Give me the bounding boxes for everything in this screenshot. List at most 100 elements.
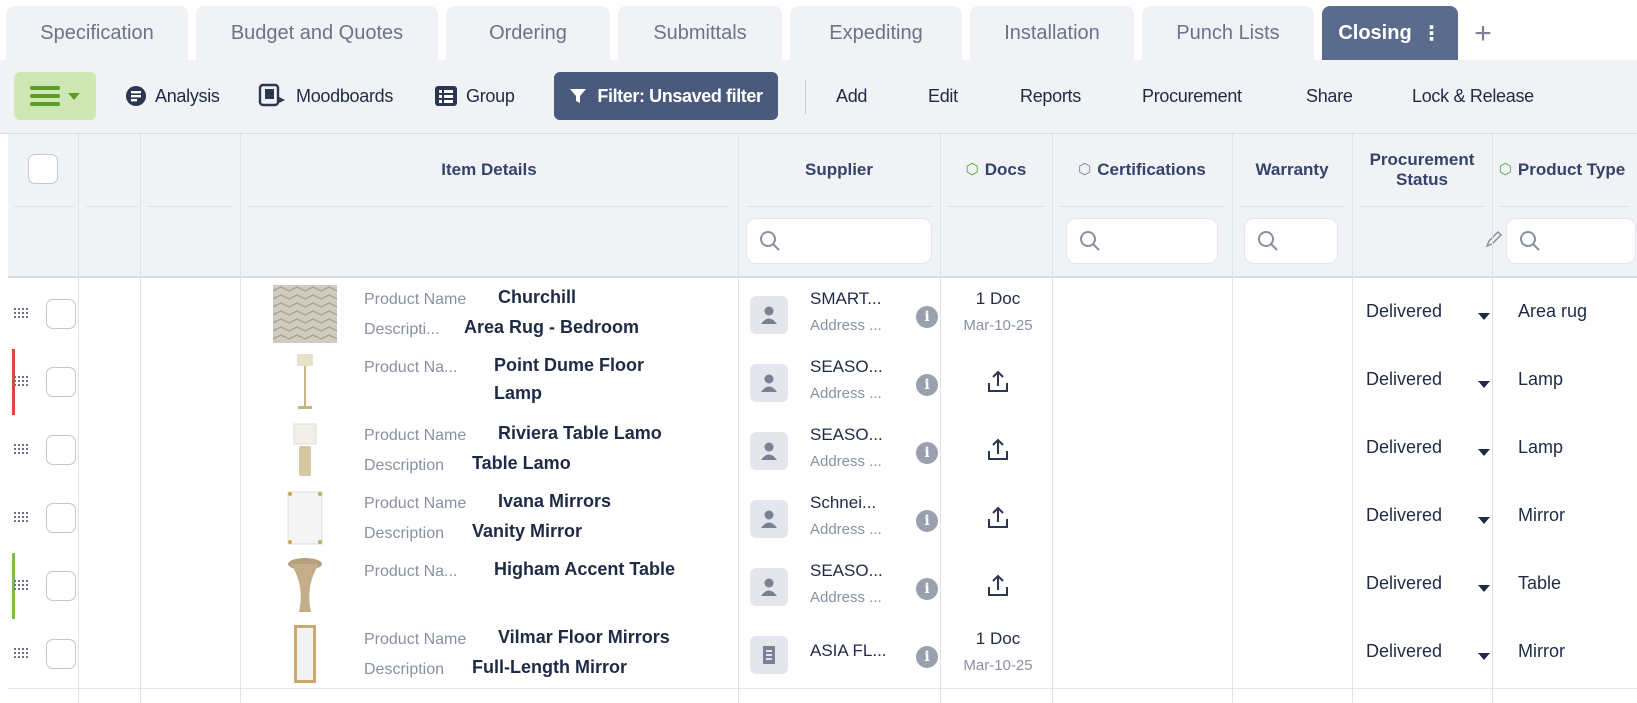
drag-handle-icon[interactable] (14, 444, 34, 456)
info-icon[interactable]: i (916, 646, 938, 668)
drag-handle-icon[interactable] (14, 308, 34, 320)
procurement-status-dropdown[interactable]: Delivered (1366, 505, 1442, 526)
table-row[interactable]: Product Name Riviera Table Lamo Descriptio… (8, 415, 1637, 485)
kebab-menu-icon[interactable]: ⋮ (1422, 21, 1442, 46)
tab-expediting[interactable]: Expediting (790, 6, 962, 60)
supplier-name[interactable]: SEASO... (810, 561, 883, 581)
tab-punch-lists[interactable]: Punch Lists (1142, 6, 1314, 60)
column-supplier[interactable]: Supplier (738, 134, 940, 206)
tab-budget-and-quotes[interactable]: Budget and Quotes (196, 6, 438, 60)
column-docs[interactable]: ⬡ Docs (940, 134, 1052, 206)
chevron-down-icon[interactable] (1478, 449, 1490, 456)
certifications-search-input[interactable] (1066, 218, 1218, 264)
drag-handle-icon[interactable] (14, 512, 34, 524)
procurement-status-dropdown[interactable]: Delivered (1366, 641, 1442, 662)
row-checkbox[interactable] (46, 435, 76, 465)
chevron-down-icon[interactable] (1478, 381, 1490, 388)
filter-label: Filter: Unsaved filter (597, 85, 763, 106)
procurement-status-dropdown[interactable]: Delivered (1366, 369, 1442, 390)
supplier-name[interactable]: SMART... (810, 289, 881, 309)
upload-icon[interactable] (985, 369, 1011, 395)
tab-specification[interactable]: Specification (6, 6, 188, 60)
tab-closing[interactable]: Closing ⋮ (1322, 6, 1458, 60)
search-icon (1080, 231, 1100, 251)
procurement-status-dropdown[interactable]: Delivered (1366, 437, 1442, 458)
supplier-name[interactable]: SEASO... (810, 357, 883, 377)
person-icon[interactable] (750, 364, 788, 402)
row-checkbox[interactable] (46, 503, 76, 533)
lock-release-button[interactable]: Lock & Release (1412, 74, 1534, 118)
chevron-down-icon[interactable] (1478, 585, 1490, 592)
supplier-name[interactable]: ASIA FL... (810, 641, 887, 661)
building-icon[interactable] (750, 636, 788, 674)
person-icon[interactable] (750, 500, 788, 538)
drag-handle-icon[interactable] (14, 580, 34, 592)
tab-ordering[interactable]: Ordering (446, 6, 610, 60)
group-button[interactable]: Group (434, 74, 515, 118)
pencil-icon[interactable] (1483, 228, 1505, 250)
header-divider (1360, 206, 1484, 207)
select-all-checkbox[interactable] (28, 154, 58, 184)
drag-handle-icon[interactable] (14, 648, 34, 660)
product-thumbnail[interactable] (270, 624, 340, 684)
info-icon[interactable]: i (916, 442, 938, 464)
edit-button[interactable]: Edit (928, 74, 958, 118)
moodboards-button[interactable]: Moodboards (258, 74, 393, 118)
person-icon[interactable] (750, 296, 788, 334)
warranty-search-input[interactable] (1244, 218, 1338, 264)
add-tab-icon[interactable]: + (1466, 14, 1500, 54)
analysis-button[interactable]: Analysis (125, 74, 220, 118)
product-thumbnail[interactable] (270, 352, 340, 412)
product-thumbnail[interactable] (270, 556, 340, 616)
info-icon[interactable]: i (916, 374, 938, 396)
row-checkbox[interactable] (46, 639, 76, 669)
search-icon (1520, 231, 1540, 251)
column-product-type[interactable]: ⬡ Product Type (1492, 134, 1632, 206)
column-item-details[interactable]: Item Details (240, 134, 738, 206)
procurement-status-dropdown[interactable]: Delivered (1366, 573, 1442, 594)
drag-handle-icon[interactable] (14, 376, 34, 388)
add-button[interactable]: Add (836, 74, 867, 118)
table-row[interactable]: Product Name Vilmar Floor Mirrors Descript… (8, 619, 1637, 689)
description-label: Description (364, 525, 445, 542)
filter-button[interactable]: Filter: Unsaved filter (554, 72, 778, 120)
person-icon[interactable] (750, 432, 788, 470)
procurement-status-dropdown[interactable]: Delivered (1366, 301, 1442, 322)
info-icon[interactable]: i (916, 578, 938, 600)
chevron-down-icon[interactable] (1478, 517, 1490, 524)
upload-icon[interactable] (985, 573, 1011, 599)
column-warranty[interactable]: Warranty (1232, 134, 1352, 206)
info-icon[interactable]: i (916, 510, 938, 532)
product-type-search-input[interactable] (1506, 218, 1636, 264)
supplier-name[interactable]: SEASO... (810, 425, 883, 445)
supplier-name[interactable]: Schnei... (810, 493, 876, 513)
upload-icon[interactable] (985, 437, 1011, 463)
upload-icon[interactable] (985, 505, 1011, 531)
product-thumbnail[interactable] (270, 488, 340, 548)
table-row[interactable]: Product Name Churchill Descripti... Area Ru… (8, 279, 1637, 349)
product-thumbnail[interactable] (270, 420, 340, 480)
row-checkbox[interactable] (46, 367, 76, 397)
chevron-down-icon[interactable] (1478, 313, 1490, 320)
info-icon[interactable]: i (916, 306, 938, 328)
product-thumbnail[interactable] (270, 284, 340, 344)
procurement-button[interactable]: Procurement (1142, 74, 1242, 118)
table-row[interactable]: Product Na... Point Dume Floor Lamp SEASO.… (8, 347, 1637, 417)
table-row[interactable]: Product Na... Higham Accent Table SEASO...… (8, 551, 1637, 621)
person-icon[interactable] (750, 568, 788, 606)
supplier-search-input[interactable] (746, 218, 932, 264)
column-procurement-status[interactable]: Procurement Status (1352, 134, 1492, 206)
tab-installation[interactable]: Installation (970, 6, 1134, 60)
column-certifications[interactable]: ⬡ Certifications (1052, 134, 1232, 206)
share-button[interactable]: Share (1306, 74, 1353, 118)
doc-count[interactable]: 1 Doc (952, 629, 1044, 649)
chevron-down-icon[interactable] (1478, 653, 1490, 660)
tab-submittals[interactable]: Submittals (618, 6, 782, 60)
reports-button[interactable]: Reports (1020, 74, 1081, 118)
doc-count[interactable]: 1 Doc (952, 289, 1044, 309)
row-checkbox[interactable] (46, 571, 76, 601)
row-checkbox[interactable] (46, 299, 76, 329)
header-divider (1060, 206, 1224, 207)
menu-button[interactable] (14, 72, 96, 120)
table-row[interactable]: Product Name Ivana Mirrors Description Vani… (8, 483, 1637, 553)
